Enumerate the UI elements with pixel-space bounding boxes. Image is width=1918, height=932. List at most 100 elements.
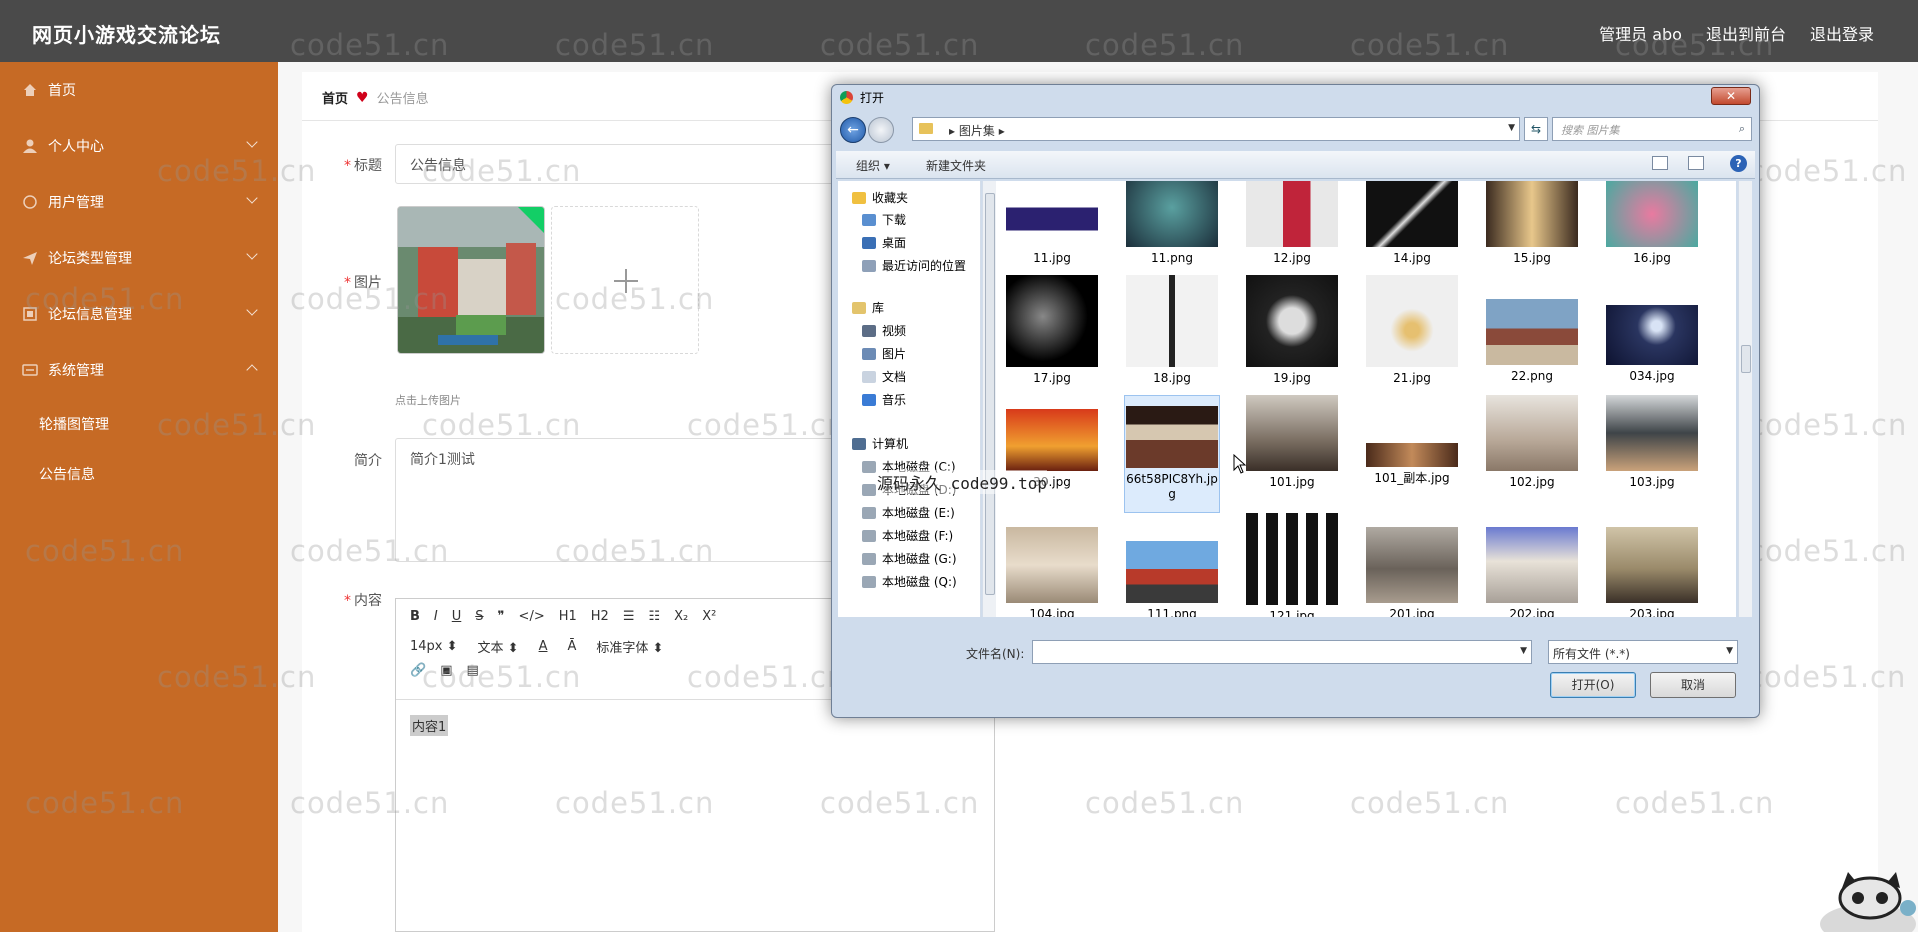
cancel-button[interactable]: 取消: [1650, 672, 1736, 698]
file-item[interactable]: 14.jpg: [1364, 181, 1460, 266]
navigation-pane: 收藏夹 下载 桌面 最近访问的位置 库 视频 图片 文档 音乐 计算机 本地磁盘…: [838, 181, 981, 617]
subscript-button[interactable]: X₂: [674, 609, 688, 624]
organize-button[interactable]: 组织 ▾: [856, 157, 890, 174]
strike-button[interactable]: S: [475, 609, 483, 624]
font-family-select[interactable]: 标准字体 ⬍: [596, 637, 663, 656]
file-list-scrollbar[interactable]: [1738, 181, 1752, 617]
file-item[interactable]: 12.jpg: [1244, 181, 1340, 266]
nav-computer[interactable]: 计算机: [852, 435, 908, 452]
breadcrumb-home[interactable]: 首页: [322, 88, 348, 107]
file-item[interactable]: 15.jpg: [1484, 181, 1580, 266]
code-button[interactable]: </>: [519, 609, 545, 624]
file-item[interactable]: 11.jpg: [1004, 181, 1100, 266]
forward-button[interactable]: [868, 117, 894, 143]
help-icon[interactable]: ?: [1730, 155, 1747, 172]
file-item[interactable]: 21.jpg: [1364, 275, 1460, 386]
font-color-icon[interactable]: A: [539, 639, 548, 654]
blockquote-button[interactable]: ❞: [498, 609, 505, 624]
nav-music[interactable]: 音乐: [862, 391, 906, 408]
path-segment[interactable]: 图片集: [959, 124, 995, 138]
filename-input[interactable]: ▼: [1032, 640, 1532, 664]
file-item[interactable]: 121.jpg: [1244, 513, 1340, 617]
nav-favorites[interactable]: 收藏夹: [852, 189, 908, 206]
file-item[interactable]: 102.jpg: [1484, 395, 1580, 490]
title-input[interactable]: 公告信息: [395, 144, 855, 184]
document-icon: [862, 370, 876, 383]
h2-button[interactable]: H2: [591, 609, 609, 624]
file-item[interactable]: 101_副本.jpg: [1364, 443, 1460, 486]
image-icon[interactable]: ▣: [440, 663, 452, 678]
nav-drive-q[interactable]: 本地磁盘 (Q:): [862, 573, 957, 590]
chevron-down-icon[interactable]: ▼: [1508, 123, 1515, 133]
font-size-select[interactable]: 14px ⬍: [410, 639, 458, 654]
file-item[interactable]: 203.jpg: [1604, 527, 1700, 617]
bg-color-icon[interactable]: Ā: [567, 639, 576, 654]
search-input[interactable]: 搜索 图片集 ⌕: [1552, 117, 1752, 141]
command-bar: 组织 ▾ 新建文件夹 ?: [836, 151, 1755, 179]
chevron-down-icon[interactable]: ▼: [1520, 646, 1527, 656]
close-button[interactable]: ✕: [1711, 87, 1751, 105]
overlay-watermark-text: 源码永久 code99.top: [877, 470, 1047, 494]
link-icon[interactable]: 🔗: [410, 663, 426, 678]
home-icon: [22, 82, 38, 98]
nav-documents[interactable]: 文档: [862, 368, 906, 385]
file-item[interactable]: 18.jpg: [1124, 275, 1220, 386]
file-item[interactable]: 101.jpg: [1244, 395, 1340, 490]
nav-recent[interactable]: 最近访问的位置: [862, 257, 966, 274]
file-item[interactable]: 201.jpg: [1364, 527, 1460, 617]
file-item[interactable]: 034.jpg: [1604, 305, 1700, 384]
upload-button[interactable]: [551, 206, 699, 354]
sidebar-subitem-carousel[interactable]: 轮播图管理: [39, 414, 109, 434]
sidebar-subitem-notice[interactable]: 公告信息: [39, 464, 95, 484]
h1-button[interactable]: H1: [559, 609, 577, 624]
file-item[interactable]: 111.png: [1124, 541, 1220, 617]
refresh-icon[interactable]: ⇆: [1524, 117, 1548, 141]
superscript-button[interactable]: X²: [702, 609, 716, 624]
address-bar[interactable]: ▸ 图片集 ▸ ▼: [912, 117, 1520, 141]
nav-downloads[interactable]: 下载: [862, 211, 906, 228]
sidebar-item-system[interactable]: 系统管理: [0, 350, 278, 390]
back-button[interactable]: ←: [840, 117, 866, 143]
file-item[interactable]: 202.jpg: [1484, 527, 1580, 617]
file-item[interactable]: 104.jpg: [1004, 527, 1100, 617]
file-item[interactable]: 16.jpg: [1604, 181, 1700, 266]
nav-desktop[interactable]: 桌面: [862, 234, 906, 251]
file-item[interactable]: 22.png: [1484, 299, 1580, 384]
view-icon[interactable]: [1652, 156, 1668, 170]
uploaded-image[interactable]: [397, 206, 545, 354]
sidebar-item-home[interactable]: 首页: [0, 70, 278, 110]
file-item[interactable]: 11.png: [1124, 181, 1220, 266]
sidebar-item-profile[interactable]: 个人中心: [0, 126, 278, 166]
logout-link[interactable]: 退出登录: [1810, 21, 1874, 45]
file-item[interactable]: 17.jpg: [1004, 275, 1100, 386]
video-icon[interactable]: ▤: [466, 663, 478, 678]
bold-button[interactable]: B: [410, 609, 420, 624]
bullet-list-button[interactable]: ☷: [648, 609, 660, 624]
file-item[interactable]: 19.jpg: [1244, 275, 1340, 386]
nav-libraries[interactable]: 库: [852, 299, 884, 316]
file-item-selected[interactable]: 66t58PIC8Yh.jpg: [1124, 395, 1220, 513]
underline-button[interactable]: U: [452, 609, 462, 624]
nav-videos[interactable]: 视频: [862, 322, 906, 339]
file-item[interactable]: 103.jpg: [1604, 395, 1700, 490]
chevron-down-icon: ▼: [1726, 646, 1733, 656]
italic-button[interactable]: I: [434, 609, 438, 624]
preview-pane-icon[interactable]: [1688, 156, 1704, 170]
sidebar-item-forum-info[interactable]: 论坛信息管理: [0, 294, 278, 334]
nav-pictures[interactable]: 图片: [862, 345, 906, 362]
open-button[interactable]: 打开(O): [1550, 672, 1636, 698]
drive-icon: [862, 483, 876, 496]
new-folder-button[interactable]: 新建文件夹: [926, 157, 986, 174]
ordered-list-button[interactable]: ☰: [623, 609, 635, 624]
sidebar-item-forum-types[interactable]: 论坛类型管理: [0, 238, 278, 278]
nav-drive-f[interactable]: 本地磁盘 (F:): [862, 527, 953, 544]
sidebar-item-users[interactable]: 用户管理: [0, 182, 278, 222]
nav-scrollbar[interactable]: [982, 181, 996, 617]
admin-user-link[interactable]: 管理员 abo: [1599, 21, 1682, 45]
editor-content[interactable]: 内容1: [410, 715, 449, 736]
exit-to-front-link[interactable]: 退出到前台: [1706, 21, 1786, 45]
nav-drive-g[interactable]: 本地磁盘 (G:): [862, 550, 957, 567]
filetype-select[interactable]: 所有文件 (*.*) ▼: [1548, 640, 1738, 664]
nav-drive-e[interactable]: 本地磁盘 (E:): [862, 504, 955, 521]
block-type-select[interactable]: 文本 ⬍: [478, 637, 519, 656]
